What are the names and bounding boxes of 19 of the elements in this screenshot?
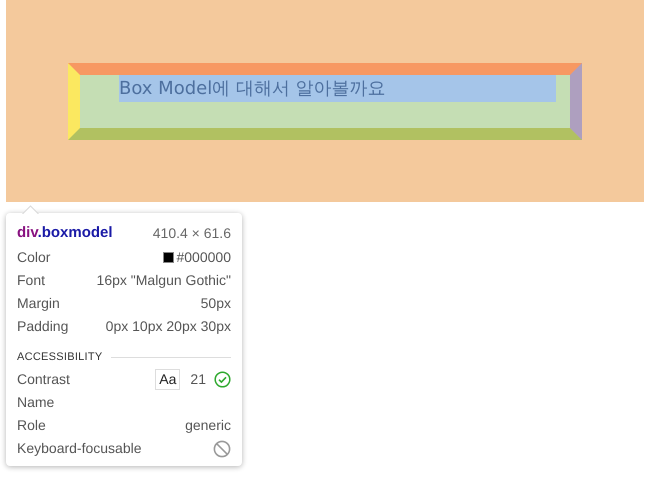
section-heading: ACCESSIBILITY <box>17 350 102 365</box>
property-label: Margin <box>17 294 60 313</box>
property-value: 50px <box>200 294 231 313</box>
property-label: Name <box>17 393 54 412</box>
property-label: Role <box>17 416 46 435</box>
property-label: Padding <box>17 317 68 336</box>
content-text: Box Model에 대해서 알아볼까요 <box>119 75 556 102</box>
contrast-sample: Aa <box>155 369 180 390</box>
property-label: Font <box>17 271 46 290</box>
property-value: 16px "Malgun Gothic" <box>96 271 231 290</box>
property-label: Keyboard-focusable <box>17 439 142 458</box>
property-value: #000000 <box>176 248 231 267</box>
property-value: generic <box>185 416 231 435</box>
element-size: 410.4 × 61.6 <box>152 224 231 242</box>
property-value: 0px 10px 20px 30px <box>106 317 231 336</box>
property-label: Color <box>17 248 50 267</box>
contrast-ratio: 21 <box>190 370 206 389</box>
property-label: Contrast <box>17 370 70 389</box>
element-selector: div.boxmodel <box>17 222 113 243</box>
